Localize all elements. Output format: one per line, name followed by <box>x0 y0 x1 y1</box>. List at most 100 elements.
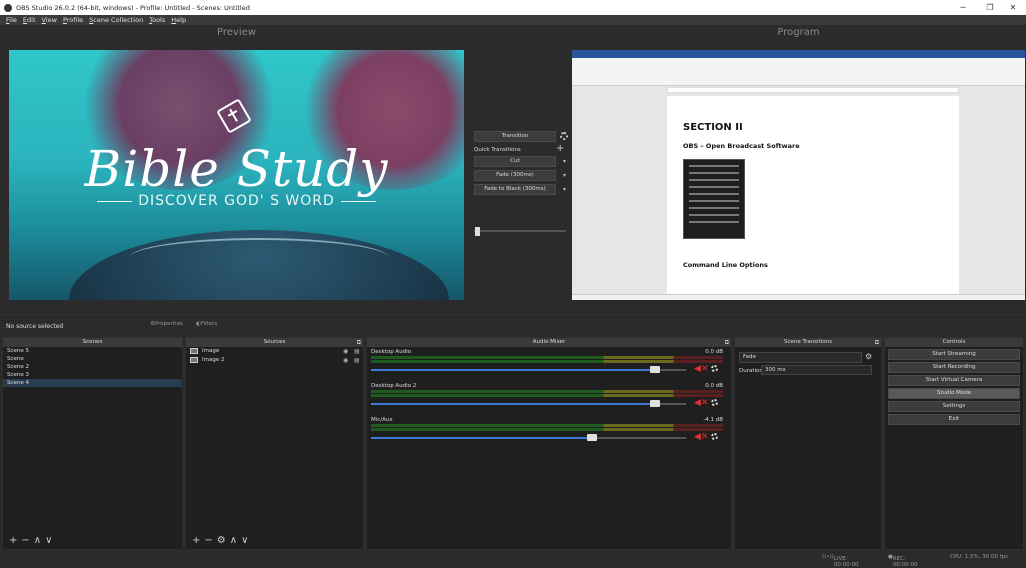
mixer-title: Audio Mixer <box>532 339 566 345</box>
channel-db: 0.0 dB <box>705 383 723 389</box>
remove-icon[interactable]: − <box>21 535 33 546</box>
t-bar-track <box>474 230 566 232</box>
scene-item[interactable]: Scene <box>3 355 182 363</box>
transition-button[interactable]: Transition <box>474 131 556 142</box>
scene-transitions-title: Scene Transitions <box>784 339 832 345</box>
rec-status: ● REC: 00:00:00 <box>888 554 918 568</box>
live-label: LIVE: 00:00:00 <box>833 556 859 568</box>
image-icon <box>190 347 198 354</box>
fade-to-black-button[interactable]: Fade to Black (300ms) ▾ <box>474 184 566 195</box>
level-meter <box>371 356 723 359</box>
eye-icon[interactable]: ◉ <box>343 356 348 365</box>
live-status: ((•)) LIVE: 00:00:00 <box>822 554 859 568</box>
menu-help[interactable]: Help <box>171 16 186 24</box>
scene-transitions-header: Scene Transitions ⧉ <box>735 338 881 347</box>
menu-view[interactable]: View <box>42 16 57 24</box>
gear-icon[interactable]: ⚙ <box>217 535 230 546</box>
properties-button[interactable]: ⚙ Properties <box>150 321 183 327</box>
menu-edit[interactable]: Edit <box>23 16 36 24</box>
move-down-icon[interactable]: ∨ <box>241 535 252 546</box>
source-item[interactable]: Image 2 ◉ ▤ <box>186 356 363 365</box>
lock-icon[interactable]: ▤ <box>354 347 360 356</box>
menu-file[interactable]: File <box>6 16 17 24</box>
chevron-down-icon[interactable]: ▾ <box>563 185 566 194</box>
start-recording-button[interactable]: Start Recording <box>888 362 1020 373</box>
channel-name: Mic/Aux <box>371 417 393 423</box>
mixer-channel: Mic/Aux -4.1 dB ◀✕ <box>369 415 729 449</box>
preview-subtitle: DISCOVER GOD' S WORD <box>9 193 464 209</box>
channel-name: Desktop Audio 2 <box>371 383 417 389</box>
close-button[interactable]: ✕ <box>998 0 1026 15</box>
source-item[interactable]: Image ◉ ▤ <box>186 347 363 356</box>
volume-slider[interactable] <box>371 369 686 371</box>
volume-handle[interactable] <box>649 366 660 373</box>
move-up-icon[interactable]: ∧ <box>34 535 45 546</box>
transition-select[interactable]: Fade <box>739 352 862 363</box>
scenes-title: Scenes <box>82 339 103 345</box>
volume-handle[interactable] <box>649 400 660 407</box>
menu-scene-collection[interactable]: Scene Collection <box>89 16 143 24</box>
preview-canvas[interactable]: Bible Study DISCOVER GOD' S WORD <box>9 50 464 300</box>
scene-item[interactable]: Scene 2 <box>3 363 182 371</box>
mixer-channel: Desktop Audio 2 0.0 dB ◀✕ <box>369 381 729 415</box>
studio-mode-button[interactable]: Studio Mode <box>888 388 1020 399</box>
t-bar-slider[interactable] <box>474 227 566 236</box>
chevron-down-icon[interactable]: ▾ <box>563 171 566 180</box>
remove-icon[interactable]: − <box>204 535 216 546</box>
popout-icon[interactable]: ⧉ <box>357 338 361 347</box>
fade-black-label: Fade to Black (300ms) <box>484 186 546 192</box>
fade-button[interactable]: Fade (300ms) ▾ <box>474 170 566 181</box>
lock-icon[interactable]: ▤ <box>354 356 360 365</box>
channel-db: 0.0 dB <box>705 349 723 355</box>
volume-slider[interactable] <box>371 403 686 405</box>
start-streaming-button[interactable]: Start Streaming <box>888 349 1020 360</box>
scene-transitions-dock: Scene Transitions ⧉ Fade ⚙ Duration 300 m… <box>734 337 882 550</box>
move-down-icon[interactable]: ∨ <box>45 535 56 546</box>
duration-field[interactable]: 300 ms <box>761 365 872 375</box>
menu-profile[interactable]: Profile <box>63 16 83 24</box>
level-meter <box>371 390 723 393</box>
speaker-mute-icon[interactable]: ◀✕ <box>694 364 708 374</box>
gear-icon[interactable] <box>711 365 718 372</box>
exit-button[interactable]: Exit <box>888 414 1020 425</box>
main-area: Preview Program Bible Study DISCOVER GOD… <box>0 25 1026 317</box>
t-bar-handle[interactable] <box>475 227 480 236</box>
eye-icon[interactable]: ◉ <box>343 347 348 356</box>
speaker-mute-icon[interactable]: ◀✕ <box>694 432 708 442</box>
gear-icon[interactable] <box>711 433 718 440</box>
popout-icon[interactable]: ⧉ <box>875 338 879 347</box>
gear-icon[interactable] <box>711 399 718 406</box>
cut-button[interactable]: Cut ▾ <box>474 156 566 167</box>
speaker-mute-icon[interactable]: ◀✕ <box>694 398 708 408</box>
word-ruler <box>667 87 959 93</box>
scene-item[interactable]: Scene 3 <box>3 371 182 379</box>
filters-button[interactable]: ◐ Filters <box>196 321 217 327</box>
level-meter <box>371 360 723 363</box>
minimize-button[interactable]: ─ <box>948 0 978 15</box>
gear-icon[interactable]: ⚙ <box>865 352 872 361</box>
add-icon[interactable]: + <box>556 143 564 154</box>
sources-toolbar: +−⚙∧∨ <box>192 535 252 546</box>
level-meter <box>371 428 723 431</box>
settings-button[interactable]: Settings <box>888 401 1020 412</box>
volume-handle[interactable] <box>586 434 597 441</box>
menu-tools[interactable]: Tools <box>149 16 165 24</box>
scene-item[interactable]: Scene 4 <box>3 379 182 387</box>
sources-dock: Sources ⧉ Image ◉ ▤ Image 2 ◉ ▤ +−⚙∧∨ <box>185 337 364 550</box>
add-icon[interactable]: + <box>9 535 21 546</box>
sources-header: Sources ⧉ <box>186 338 363 347</box>
add-icon[interactable]: + <box>192 535 204 546</box>
popout-icon[interactable]: ⧉ <box>725 338 729 347</box>
cut-label: Cut <box>510 158 520 164</box>
start-virtual-camera-button[interactable]: Start Virtual Camera <box>888 375 1020 386</box>
filters-label: Filters <box>200 321 218 327</box>
volume-slider[interactable] <box>371 437 686 439</box>
doc-section-heading: SECTION II <box>683 122 743 133</box>
scene-item[interactable]: Scene 5 <box>3 347 182 355</box>
gear-icon[interactable] <box>560 132 568 140</box>
book-pages <box>129 238 389 278</box>
preview-label: Preview <box>217 27 256 38</box>
program-canvas: SECTION II OBS – Open Broadcast Software… <box>572 50 1025 300</box>
move-up-icon[interactable]: ∧ <box>230 535 241 546</box>
chevron-down-icon[interactable]: ▾ <box>563 157 566 166</box>
